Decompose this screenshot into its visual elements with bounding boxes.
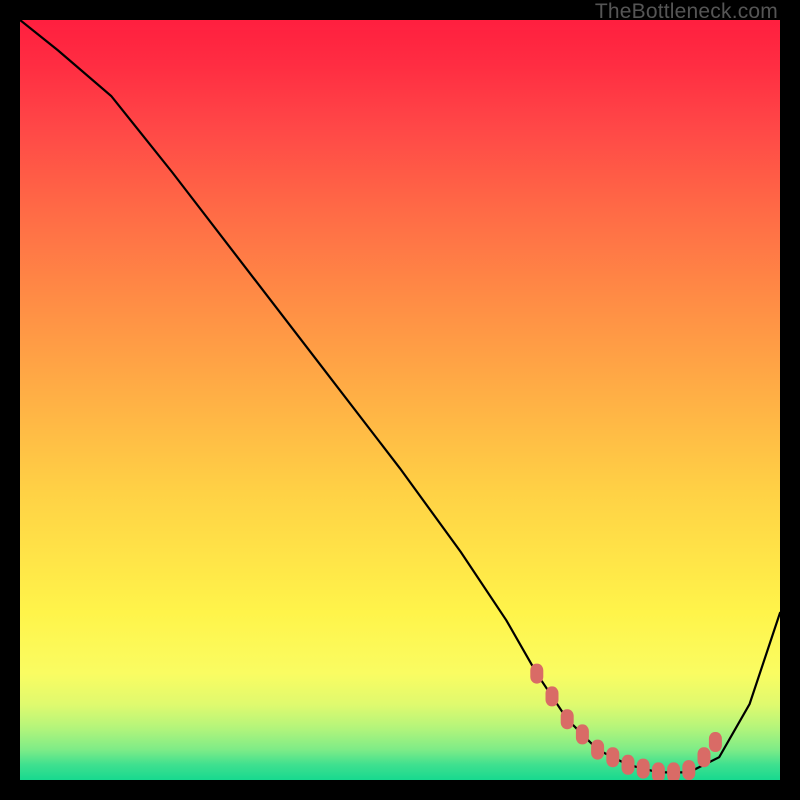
highlight-marker	[546, 686, 559, 706]
chart-svg	[20, 20, 780, 780]
plot-area	[20, 20, 780, 780]
highlight-marker	[637, 759, 650, 779]
highlight-marker	[698, 747, 711, 767]
bottleneck-curve-line	[20, 20, 780, 772]
highlight-marker	[682, 760, 695, 780]
highlight-marker	[561, 709, 574, 729]
highlight-marker	[652, 762, 665, 780]
highlight-marker	[667, 762, 680, 780]
highlight-markers	[530, 664, 722, 780]
highlight-marker	[606, 747, 619, 767]
highlight-marker	[622, 755, 635, 775]
highlight-marker	[709, 732, 722, 752]
highlight-marker	[576, 724, 589, 744]
outer-frame: TheBottleneck.com	[0, 0, 800, 800]
highlight-marker	[591, 740, 604, 760]
highlight-marker	[530, 664, 543, 684]
